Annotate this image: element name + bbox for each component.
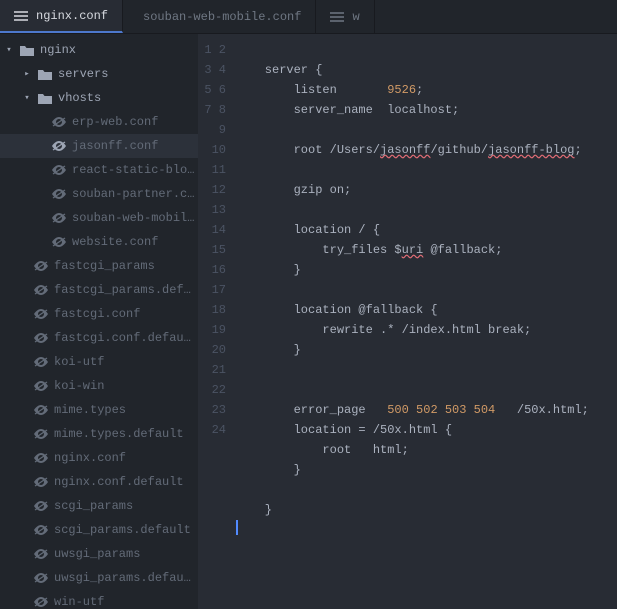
tree-file[interactable]: win-utf [0,590,198,609]
file-untracked-icon [52,117,66,127]
tree-file[interactable]: fastcgi_params [0,254,198,278]
file-untracked-icon [52,141,66,151]
tree-file[interactable]: mime.types [0,398,198,422]
tree-label: koi-utf [54,355,104,369]
tab-souban[interactable]: souban-web-mobile.conf [123,0,316,33]
tree-label: vhosts [58,91,101,105]
file-untracked-icon [34,357,48,367]
tab-w[interactable]: w [316,0,374,33]
file-untracked-icon [34,549,48,559]
tree-file[interactable]: koi-win [0,374,198,398]
file-untracked-icon [34,381,48,391]
tree-label: uwsgi_params [54,547,140,561]
file-untracked-icon [34,429,48,439]
chevron-down-icon: ▾ [22,93,32,103]
tree-file[interactable]: mime.types.default [0,422,198,446]
tree-label: nginx.conf.default [54,475,184,489]
tree-label: scgi_params [54,499,133,513]
tree-label: servers [58,67,108,81]
tree-label: fastcgi_params.default [54,283,198,297]
tree-file[interactable]: scgi_params.default [0,518,198,542]
tab-label: w [352,10,359,24]
file-untracked-icon [34,573,48,583]
tree-label: react-static-blog.con [72,163,198,177]
tree-file[interactable]: nginx.conf.default [0,470,198,494]
tree-file[interactable]: jasonff.conf [0,134,198,158]
tree-folder-vhosts[interactable]: ▾ vhosts [0,86,198,110]
tab-label: nginx.conf [36,9,108,23]
folder-icon [38,93,52,104]
file-untracked-icon [34,453,48,463]
file-untracked-icon [34,501,48,511]
tree-label: nginx [40,43,76,57]
chevron-down-icon: ▾ [4,45,14,55]
file-untracked-icon [34,405,48,415]
tree-file[interactable]: nginx.conf [0,446,198,470]
file-untracked-icon [52,165,66,175]
file-untracked-icon [34,309,48,319]
tree-label: fastcgi.conf.default [54,331,198,345]
tree-file[interactable]: fastcgi.conf.default [0,326,198,350]
tree-label: fastcgi_params [54,259,155,273]
tree-file[interactable]: scgi_params [0,494,198,518]
tree-label: fastcgi.conf [54,307,140,321]
tree-folder-root[interactable]: ▾ nginx [0,38,198,62]
tree-file[interactable]: react-static-blog.con [0,158,198,182]
tree-file[interactable]: fastcgi.conf [0,302,198,326]
file-tree: ▾ nginx ▸ servers ▾ vhosts erp-web.conf j… [0,34,198,609]
hamburger-icon [14,11,28,21]
file-untracked-icon [34,285,48,295]
folder-icon [20,45,34,56]
tab-label: souban-web-mobile.conf [143,10,301,24]
tree-label: nginx.conf [54,451,126,465]
line-gutter: 1 2 3 4 5 6 7 8 9 10 11 12 13 14 15 16 1… [198,34,236,609]
tree-label: website.conf [72,235,158,249]
tree-file[interactable]: uwsgi_params [0,542,198,566]
file-untracked-icon [34,597,48,607]
file-untracked-icon [52,189,66,199]
tree-label: souban-partner.conf [72,187,198,201]
code-area[interactable]: server { listen 9526; server_name localh… [236,34,617,609]
hamburger-icon [330,12,344,22]
tree-label: mime.types.default [54,427,184,441]
tree-file[interactable]: souban-web-mobile.c [0,206,198,230]
file-untracked-icon [34,477,48,487]
file-untracked-icon [34,261,48,271]
tree-label: mime.types [54,403,126,417]
tree-file[interactable]: erp-web.conf [0,110,198,134]
file-untracked-icon [52,213,66,223]
tree-file[interactable]: uwsgi_params.default [0,566,198,590]
editor[interactable]: 1 2 3 4 5 6 7 8 9 10 11 12 13 14 15 16 1… [198,34,617,609]
tree-label: win-utf [54,595,104,609]
cursor [236,520,238,535]
folder-icon [38,69,52,80]
tree-label: souban-web-mobile.c [72,211,198,225]
chevron-right-icon: ▸ [22,69,32,79]
file-untracked-icon [52,237,66,247]
tab-bar: nginx.conf souban-web-mobile.conf w [0,0,617,34]
tree-label: koi-win [54,379,104,393]
tree-label: scgi_params.default [54,523,191,537]
tree-label: erp-web.conf [72,115,158,129]
tree-file[interactable]: website.conf [0,230,198,254]
tree-file[interactable]: fastcgi_params.default [0,278,198,302]
file-untracked-icon [34,333,48,343]
tab-nginx-conf[interactable]: nginx.conf [0,0,123,33]
tree-label: uwsgi_params.default [54,571,198,585]
file-untracked-icon [34,525,48,535]
tree-label: jasonff.conf [72,139,158,153]
tree-folder-servers[interactable]: ▸ servers [0,62,198,86]
tree-file[interactable]: souban-partner.conf [0,182,198,206]
tree-file[interactable]: koi-utf [0,350,198,374]
